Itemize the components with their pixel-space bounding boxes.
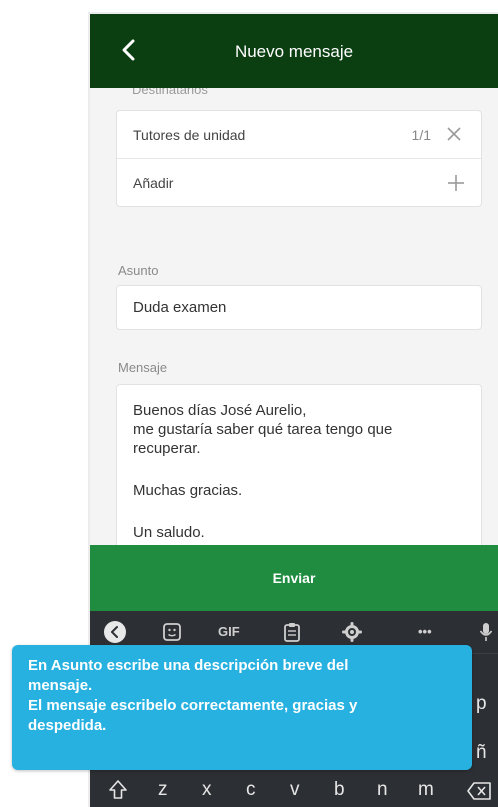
key-z[interactable]: z (158, 779, 168, 801)
message-line: Muchas gracias. (133, 482, 243, 499)
add-recipient-row[interactable]: Añadir (117, 159, 481, 207)
send-button[interactable]: Enviar (90, 545, 498, 611)
instruction-tooltip: En Asunto escribe una descripción breve … (12, 645, 472, 770)
backspace-icon[interactable] (466, 781, 492, 801)
send-button-label: Enviar (272, 570, 316, 586)
key-b[interactable]: b (334, 779, 345, 801)
message-textarea[interactable]: Buenos días José Aurelio, me gustaría sa… (116, 384, 482, 545)
key-v[interactable]: v (290, 779, 300, 801)
add-recipient-label: Añadir (133, 175, 174, 191)
tooltip-line: despedida. (28, 717, 107, 734)
key-n-tilde[interactable]: ñ (476, 742, 487, 764)
shift-icon[interactable] (108, 779, 128, 801)
key-m[interactable]: m (418, 779, 434, 801)
plus-icon[interactable] (445, 172, 467, 194)
message-line: Buenos días José Aurelio, (133, 402, 307, 419)
tooltip-line: En Asunto escribe una descripción breve … (28, 657, 349, 674)
gif-button[interactable]: GIF (218, 624, 240, 646)
key-p[interactable]: p (476, 693, 487, 715)
key-x[interactable]: x (202, 779, 212, 801)
page-title: Nuevo mensaje (234, 42, 354, 61)
tooltip-line: El mensaje escribelo correctamente, grac… (28, 697, 358, 714)
recipient-name: Tutores de unidad (133, 127, 246, 143)
sticker-icon[interactable] (162, 621, 182, 643)
subject-label: Asunto (118, 263, 159, 278)
subject-value: Duda examen (133, 299, 227, 316)
recipients-label: Destinatarios (132, 88, 208, 97)
clipboard-icon[interactable] (283, 621, 301, 643)
message-line: Un saludo. (133, 524, 205, 541)
key-n[interactable]: n (377, 779, 388, 801)
keyboard-back-icon[interactable] (104, 621, 126, 643)
microphone-icon[interactable] (478, 621, 494, 643)
gear-icon[interactable] (342, 621, 362, 643)
recipients-card: Tutores de unidad 1/1 Añadir (116, 110, 482, 207)
tooltip-line: mensaje. (28, 677, 93, 694)
app-header: Nuevo mensaje (90, 14, 498, 88)
more-icon[interactable]: ••• (418, 624, 432, 646)
message-line: recuperar. (133, 440, 201, 457)
recipient-row[interactable]: Tutores de unidad 1/1 (117, 111, 481, 159)
message-line: me gustaría saber qué tarea tengo que (133, 421, 393, 438)
form-content: Destinatarios Tutores de unidad 1/1 Añad… (90, 88, 498, 545)
recipient-count: 1/1 (411, 127, 431, 143)
key-c[interactable]: c (246, 779, 256, 801)
message-label: Mensaje (118, 360, 168, 375)
close-icon[interactable] (445, 125, 463, 143)
subject-input[interactable]: Duda examen (116, 285, 482, 330)
